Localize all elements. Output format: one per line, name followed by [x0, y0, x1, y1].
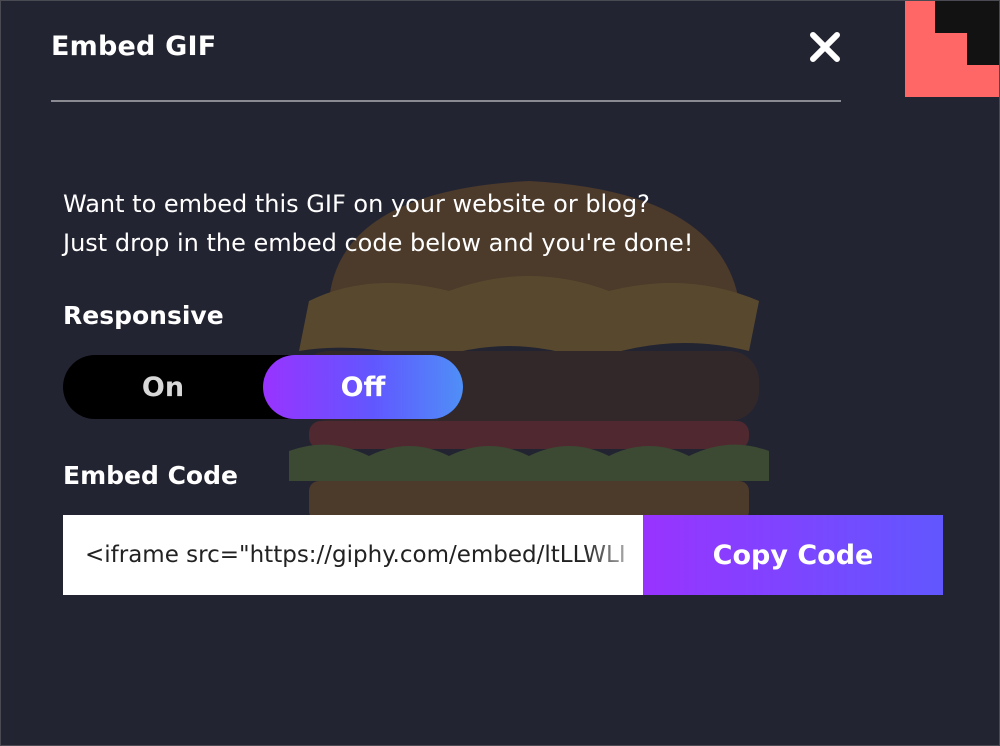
close-button[interactable] [807, 29, 843, 65]
responsive-off-option[interactable]: Off [263, 355, 463, 419]
embed-code-text: <iframe src="https://giphy.com/embed/ltL… [85, 542, 626, 568]
corner-dark-block [935, 1, 999, 33]
embed-code-fade [583, 515, 643, 595]
description-line: Want to embed this GIF on your website o… [63, 190, 650, 218]
dialog-title: Embed GIF [51, 31, 217, 62]
embed-code-label: Embed Code [63, 461, 238, 490]
description-line: Just drop in the embed code below and yo… [63, 229, 694, 257]
embed-description: Want to embed this GIF on your website o… [63, 185, 693, 263]
responsive-label: Responsive [63, 301, 224, 330]
close-icon [810, 32, 840, 62]
responsive-toggle: On Off [63, 355, 463, 419]
embed-code-field[interactable]: <iframe src="https://giphy.com/embed/ltL… [63, 515, 643, 595]
decorative-corner [905, 1, 999, 97]
responsive-on-option[interactable]: On [63, 355, 263, 419]
copy-code-button[interactable]: Copy Code [643, 515, 943, 595]
corner-dark-block [967, 33, 999, 65]
header-divider [51, 100, 841, 102]
embed-gif-modal: Embed GIF Want to embed this GIF on your… [0, 0, 1000, 746]
